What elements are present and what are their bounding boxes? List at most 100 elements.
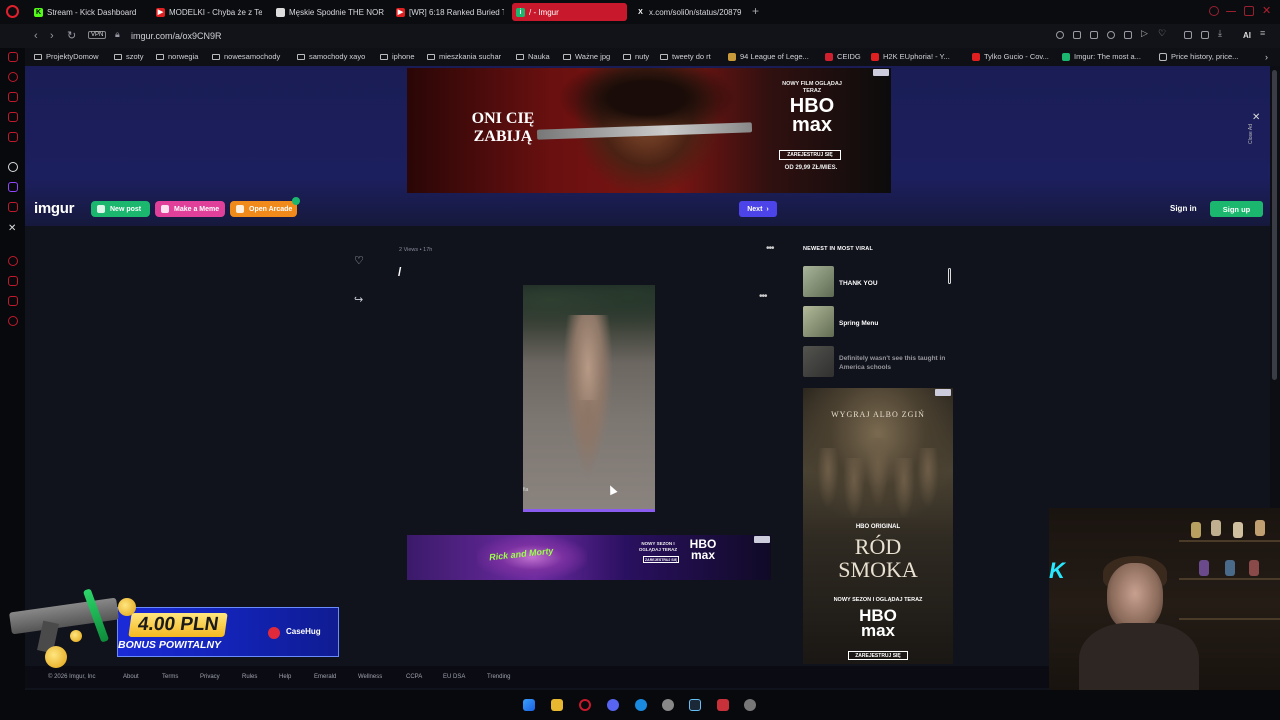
post-more-options-icon[interactable]: ••• xyxy=(766,243,774,254)
twitch-sidebar-icon[interactable] xyxy=(8,132,18,142)
adchoices-icon[interactable] xyxy=(754,536,770,543)
twitch-icon[interactable] xyxy=(8,182,18,192)
imgur-logo[interactable]: imgur xyxy=(34,200,74,217)
bookmark-item[interactable]: Price history, price... xyxy=(1159,52,1238,61)
open-arcade-button[interactable]: Open Arcade xyxy=(230,201,297,217)
footer-link-ccpa[interactable]: CCPA xyxy=(406,674,422,680)
new-post-button[interactable]: New post xyxy=(91,201,150,217)
menu-icon[interactable]: ≡ xyxy=(1260,28,1268,39)
discord-icon[interactable] xyxy=(8,202,18,212)
ai-button[interactable]: AI xyxy=(1243,31,1251,40)
extensions-icon[interactable] xyxy=(1184,31,1192,39)
pin-icon[interactable] xyxy=(1073,31,1081,39)
extensions-sidebar-icon[interactable] xyxy=(8,296,18,306)
footer-link-eu-dsa[interactable]: EU DSA xyxy=(443,674,465,680)
maximize-icon[interactable] xyxy=(1244,6,1254,16)
home-icon[interactable] xyxy=(8,52,18,62)
history-icon[interactable] xyxy=(8,256,18,266)
bookmark-item[interactable]: 94 League of Lege... xyxy=(728,52,809,61)
post-video[interactable] xyxy=(523,285,655,510)
bookmark-item[interactable]: nuty xyxy=(623,52,649,61)
bookmark-item[interactable]: H2K EUphoria! - Y... xyxy=(871,52,950,61)
newest-post-item[interactable]: THANK YOU xyxy=(803,266,953,298)
top-banner-ad[interactable]: ONI CIĘ ZABIJĄ NOWY FILM OGLĄDAJ TERAZ H… xyxy=(407,68,891,193)
tab-imgur-active[interactable]: i / - Imgur xyxy=(512,3,627,21)
bookmark-item[interactable]: Nauka xyxy=(516,52,550,61)
x-sidebar-icon[interactable]: ✕ xyxy=(8,223,18,234)
bookmark-item[interactable]: iphone xyxy=(380,52,415,61)
heart-icon[interactable]: ♡ xyxy=(1158,28,1166,39)
ad-register-button[interactable]: ZAREJESTRUJ SIĘ xyxy=(848,651,908,660)
file-explorer-icon[interactable] xyxy=(551,699,563,711)
next-button[interactable]: Next › xyxy=(739,201,777,217)
close-ad-icon[interactable]: ✕ xyxy=(1252,112,1260,123)
bookmark-item[interactable]: norwegia xyxy=(156,52,198,61)
obs-taskbar-icon[interactable] xyxy=(662,699,674,711)
tab-meskie-spodnie[interactable]: Męskie Spodnie THE NOR xyxy=(272,3,384,21)
forward-icon[interactable]: › xyxy=(50,30,54,42)
settings-taskbar-icon[interactable] xyxy=(744,699,756,711)
bookmark-item[interactable]: CEIDG xyxy=(825,52,861,61)
tab-youtube-modelki[interactable]: ▶ MODELKI - Chyba że z Te xyxy=(152,3,262,21)
bookmark-item[interactable]: nowesamochody xyxy=(212,52,280,61)
media-more-options-icon[interactable]: ••• xyxy=(759,291,767,302)
bookmark-icon[interactable] xyxy=(1124,31,1132,39)
bookmark-item[interactable]: Ważne jpg xyxy=(563,52,610,61)
riot-taskbar-icon[interactable] xyxy=(717,699,729,711)
steam-taskbar-icon[interactable] xyxy=(689,699,701,711)
wallet-icon[interactable] xyxy=(1201,31,1209,39)
bookmark-item[interactable]: tweety do rt xyxy=(660,52,711,61)
bookmark-item[interactable]: ProjektyDomow xyxy=(34,52,99,61)
zoom-icon[interactable] xyxy=(1056,31,1064,39)
messenger-taskbar-icon[interactable] xyxy=(635,699,647,711)
bookmark-item[interactable]: mieszkania suchar xyxy=(427,52,501,61)
gx-corner-icon[interactable] xyxy=(8,92,18,102)
newest-post-item[interactable]: Definitely wasn't see this taught in Ame… xyxy=(803,346,953,378)
music-player-icon[interactable] xyxy=(8,112,18,122)
footer-link-privacy[interactable]: Privacy xyxy=(200,674,220,680)
footer-link-emerald[interactable]: Emerald xyxy=(314,674,336,680)
chatgpt-icon[interactable] xyxy=(8,162,18,172)
reload-icon[interactable]: ↻ xyxy=(67,29,76,42)
ad-register-button[interactable]: ZAREJESTRUJ SIĘ xyxy=(779,150,841,160)
adchoices-icon[interactable] xyxy=(873,69,889,76)
new-tab-plus-icon[interactable]: + xyxy=(752,4,759,18)
discord-taskbar-icon[interactable] xyxy=(607,699,619,711)
url-field[interactable]: imgur.com/a/ox9CN9R xyxy=(131,31,222,41)
footer-link-trending[interactable]: Trending xyxy=(487,674,510,680)
opera-gx-taskbar-icon[interactable] xyxy=(579,699,591,711)
favorite-heart-icon[interactable]: ♡ xyxy=(354,254,364,267)
bookmark-item[interactable]: szoty xyxy=(114,52,144,61)
newest-scroll-indicator[interactable] xyxy=(948,268,951,284)
inline-banner-ad[interactable]: Rick and Morty NOWY SEZON I OGLĄDAJ TERA… xyxy=(407,535,771,580)
footer-link-rules[interactable]: Rules xyxy=(242,674,257,680)
tab-x-status[interactable]: Xx.com/soli0n/status/20879 xyxy=(632,3,747,21)
bookmark-item[interactable]: Imgur: The most a... xyxy=(1062,52,1141,61)
tab-kick-dashboard[interactable]: K Stream - Kick Dashboard xyxy=(30,3,152,21)
player-icon[interactable]: ▷ xyxy=(1141,28,1149,39)
close-window-icon[interactable]: ✕ xyxy=(1262,4,1272,17)
snapshot-icon[interactable] xyxy=(1090,31,1098,39)
video-progress-bar[interactable] xyxy=(523,509,655,512)
sign-up-button[interactable]: Sign up xyxy=(1210,201,1263,217)
bookmark-item[interactable]: Tylko Gucio - Cov... xyxy=(972,52,1049,61)
vpn-badge[interactable]: VPN xyxy=(88,31,107,39)
sign-in-link[interactable]: Sign in xyxy=(1170,204,1197,213)
footer-link-help[interactable]: Help xyxy=(279,674,291,680)
ad-register-button[interactable]: ZAREJESTRUJ SIĘ xyxy=(643,556,679,563)
make-meme-button[interactable]: Make a Meme xyxy=(155,201,225,217)
shield-icon[interactable] xyxy=(1107,31,1115,39)
bookmark-item[interactable]: samochody xayo xyxy=(297,52,365,61)
download-icon[interactable]: ⤓ xyxy=(1218,28,1226,39)
footer-link-about[interactable]: About xyxy=(123,674,139,680)
share-icon[interactable]: ↪ xyxy=(354,293,363,306)
lock-icon[interactable]: 🔒︎ xyxy=(115,29,120,40)
back-icon[interactable]: ‹ xyxy=(34,30,38,42)
adchoices-icon[interactable] xyxy=(935,389,951,396)
footer-link-wellness[interactable]: Wellness xyxy=(358,674,382,680)
bookmarks-overflow-icon[interactable]: › xyxy=(1265,52,1268,62)
side-skyscraper-ad[interactable]: WYGRAJ ALBO ZGIŃ HBO ORIGINAL RÓD SMOKA … xyxy=(803,388,953,664)
search-tabs-icon[interactable] xyxy=(1209,6,1219,16)
newest-post-item[interactable]: Spring Menu xyxy=(803,306,953,338)
close-ad-label[interactable]: Close Ad xyxy=(1248,124,1254,144)
